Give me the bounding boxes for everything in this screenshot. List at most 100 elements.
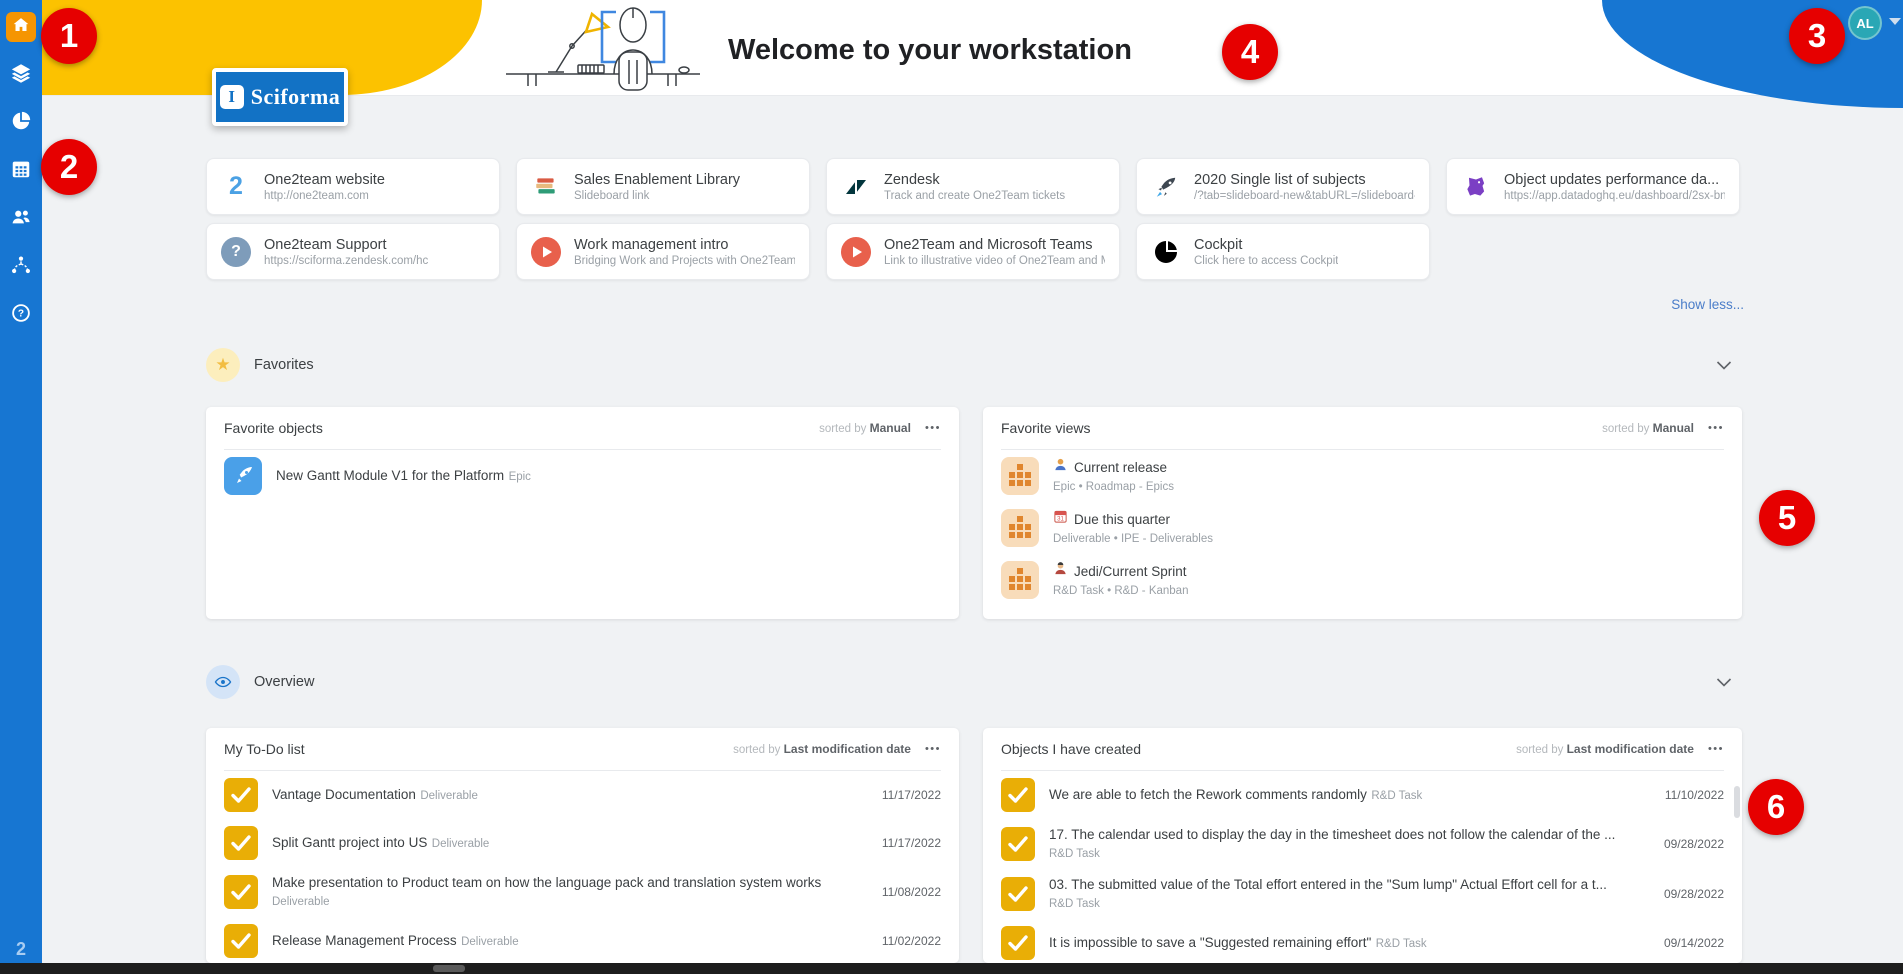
quick-links-grid: 2 One2team website http://one2team.com S… bbox=[206, 158, 1740, 280]
quick-link-sales-enablement[interactable]: Sales Enablement Library Slideboard link bbox=[516, 158, 810, 215]
sidebar-item-calendar[interactable] bbox=[6, 156, 36, 186]
tile-subtitle: Bridging Work and Projects with One2Team… bbox=[574, 254, 795, 267]
sciforma-logo-monogram: I bbox=[219, 85, 244, 109]
board-view-icon bbox=[1001, 457, 1039, 495]
sidebar-item-reports[interactable] bbox=[6, 108, 36, 138]
tile-subtitle: Track and create One2Team tickets bbox=[884, 189, 1066, 202]
person-icon bbox=[1053, 457, 1068, 477]
sciforma-logo: I Sciforma bbox=[212, 68, 348, 126]
annotation-circle-1: 1 bbox=[41, 8, 97, 64]
todo-row[interactable]: Vantage Documentation Deliverable 11/17/… bbox=[206, 771, 959, 819]
created-title: It is impossible to save a "Suggested re… bbox=[1049, 935, 1372, 950]
svg-text:31: 31 bbox=[1057, 516, 1064, 523]
card-menu-icon[interactable]: ••• bbox=[1708, 743, 1724, 755]
favorite-object-row[interactable]: New Gantt Module V1 for the Platform Epi… bbox=[206, 450, 959, 502]
sidebar-item-resources[interactable] bbox=[6, 204, 36, 234]
quick-link-cockpit[interactable]: Cockpit Click here to access Cockpit bbox=[1136, 223, 1430, 280]
sidebar-item-hierarchy[interactable] bbox=[6, 252, 36, 282]
tile-title: Cockpit bbox=[1194, 236, 1243, 253]
tile-title: Work management intro bbox=[574, 236, 729, 253]
quick-link-one2team-website[interactable]: 2 One2team website http://one2team.com bbox=[206, 158, 500, 215]
todo-title: Release Management Process bbox=[272, 933, 457, 948]
tile-title: Zendesk bbox=[884, 171, 940, 188]
hierarchy-icon bbox=[10, 254, 32, 281]
card-menu-icon[interactable]: ••• bbox=[925, 422, 941, 434]
todo-row[interactable]: Split Gantt project into US Deliverable … bbox=[206, 819, 959, 867]
todo-type: Deliverable bbox=[272, 896, 330, 908]
view-path: Epic • Roadmap - Epics bbox=[1053, 481, 1174, 493]
sidebar-item-help[interactable]: ? bbox=[6, 300, 36, 330]
view-title: Jedi/Current Sprint bbox=[1074, 563, 1187, 579]
people-icon bbox=[10, 206, 32, 233]
board-view-icon bbox=[1001, 509, 1039, 547]
todo-row[interactable]: Make presentation to Product team on how… bbox=[206, 867, 959, 917]
tile-title: One2team Support bbox=[264, 236, 387, 253]
quick-link-2020-single-list[interactable]: 2020 Single list of subjects /?tab=slide… bbox=[1136, 158, 1430, 215]
todo-type: Deliverable bbox=[461, 936, 519, 948]
sciforma-logo-text: Sciforma bbox=[250, 84, 341, 109]
todo-date: 11/02/2022 bbox=[881, 934, 941, 948]
user-avatar[interactable]: AL bbox=[1848, 6, 1882, 40]
horizontal-scrollbar[interactable] bbox=[0, 963, 1903, 974]
created-row[interactable]: 17. The calendar used to display the day… bbox=[983, 819, 1742, 869]
created-date: 09/28/2022 bbox=[1663, 887, 1724, 901]
tile-subtitle: https://app.datadoghq.eu/dashboard/2sx-b… bbox=[1504, 189, 1725, 202]
created-title: 17. The calendar used to display the day… bbox=[1049, 827, 1616, 842]
svg-text:?: ? bbox=[18, 308, 24, 319]
favorites-section-header[interactable]: ★ Favorites bbox=[206, 347, 1742, 383]
todo-date: 11/08/2022 bbox=[881, 885, 941, 899]
tile-subtitle: Link to illustrative video of One2Team a… bbox=[884, 254, 1105, 267]
sidebar-item-home[interactable] bbox=[6, 12, 36, 42]
annotation-circle-5: 5 bbox=[1759, 490, 1815, 546]
todo-title: Make presentation to Product team on how… bbox=[272, 875, 822, 890]
overview-section-header[interactable]: Overview bbox=[206, 664, 1742, 700]
favorite-objects-card: Favorite objects sorted by Manual ••• Ne… bbox=[206, 407, 959, 619]
overview-collapse-chevron-icon[interactable] bbox=[1716, 677, 1732, 687]
view-title: Current release bbox=[1074, 459, 1168, 475]
todo-type: Deliverable bbox=[420, 790, 478, 802]
created-row[interactable]: We are able to fetch the Rework comments… bbox=[983, 771, 1742, 819]
check-square-icon bbox=[224, 924, 258, 958]
favorite-view-row[interactable]: Current release Epic • Roadmap - Epics bbox=[983, 450, 1742, 502]
sort-control: sorted by Manual bbox=[1602, 421, 1694, 435]
quick-link-one2team-ms-teams[interactable]: One2Team and Microsoft Teams Link to ill… bbox=[826, 223, 1120, 280]
created-row[interactable]: 03. The submitted value of the Total eff… bbox=[983, 869, 1742, 919]
favorites-collapse-chevron-icon[interactable] bbox=[1716, 360, 1732, 370]
favorite-views-card: Favorite views sorted by Manual ••• Curr… bbox=[983, 407, 1742, 619]
check-square-icon bbox=[1001, 778, 1035, 812]
card-menu-icon[interactable]: ••• bbox=[925, 743, 941, 755]
quick-link-work-management-intro[interactable]: Work management intro Bridging Work and … bbox=[516, 223, 810, 280]
favorite-view-row[interactable]: 31 Due this quarter Deliverable • IPE - … bbox=[983, 502, 1742, 554]
tile-title: Object updates performance da... bbox=[1504, 171, 1720, 188]
card-menu-icon[interactable]: ••• bbox=[1708, 422, 1724, 434]
favorite-view-row[interactable]: Jedi/Current Sprint R&D Task • R&D - Kan… bbox=[983, 554, 1742, 606]
tile-subtitle: http://one2team.com bbox=[264, 189, 369, 202]
books-icon bbox=[531, 172, 561, 202]
quick-link-datadog-dashboard[interactable]: Object updates performance da... https:/… bbox=[1446, 158, 1740, 215]
quick-link-one2team-support[interactable]: ? One2team Support https://sciforma.zend… bbox=[206, 223, 500, 280]
horizontal-scrollbar-thumb[interactable] bbox=[433, 965, 465, 972]
check-square-icon bbox=[224, 778, 258, 812]
show-less-link[interactable]: Show less... bbox=[1244, 297, 1744, 312]
created-date: 09/14/2022 bbox=[1663, 936, 1724, 950]
card-vertical-scrollbar[interactable] bbox=[1734, 786, 1740, 818]
sidebar-item-layers[interactable] bbox=[6, 60, 36, 90]
check-square-icon bbox=[1001, 827, 1035, 861]
created-title: 03. The submitted value of the Total eff… bbox=[1049, 877, 1607, 892]
created-row[interactable]: It is impossible to save a "Suggested re… bbox=[983, 919, 1742, 963]
view-title: Due this quarter bbox=[1074, 511, 1171, 527]
todo-row[interactable]: Release Management Process Deliverable 1… bbox=[206, 917, 959, 963]
tile-subtitle: https://sciforma.zendesk.com/hc bbox=[264, 254, 429, 267]
objects-created-card: Objects I have created sorted by Last mo… bbox=[983, 728, 1742, 963]
datadog-logo-icon bbox=[1461, 172, 1491, 202]
rocket-icon bbox=[1151, 172, 1181, 202]
quick-link-zendesk[interactable]: Zendesk Track and create One2Team ticket… bbox=[826, 158, 1120, 215]
favorites-section-label: Favorites bbox=[254, 357, 314, 373]
calendar-icon: 31 bbox=[1053, 509, 1068, 529]
created-date: 09/28/2022 bbox=[1663, 837, 1724, 851]
annotation-circle-6: 6 bbox=[1748, 779, 1804, 835]
created-date: 11/10/2022 bbox=[1664, 788, 1724, 802]
todo-title: Split Gantt project into US bbox=[272, 835, 428, 850]
avatar-chevron-down-icon[interactable] bbox=[1889, 18, 1901, 25]
todo-title: Vantage Documentation bbox=[272, 787, 416, 802]
